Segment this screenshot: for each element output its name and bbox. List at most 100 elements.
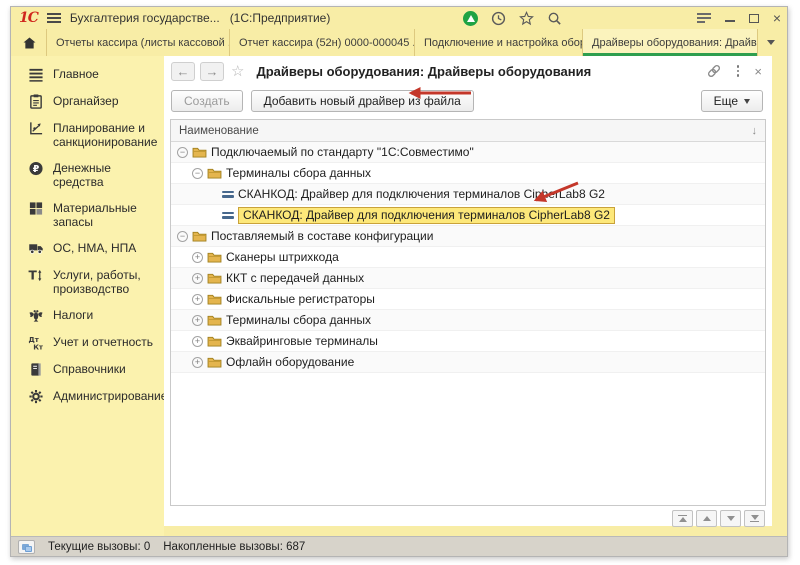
get-link-icon[interactable] xyxy=(706,63,722,79)
go-up-button[interactable] xyxy=(696,510,717,527)
svg-text:Т: Т xyxy=(29,269,38,283)
close-window-icon[interactable]: × xyxy=(773,11,781,25)
svg-text:₽: ₽ xyxy=(33,164,40,175)
current-calls-label: Текущие вызовы: 0 xyxy=(48,541,150,553)
service-menu-icon[interactable] xyxy=(697,13,711,23)
form-toolbar: Создать Добавить новый драйвер из файла … xyxy=(164,86,772,116)
more-actions-icon[interactable] xyxy=(737,65,740,77)
table-row-selected[interactable]: СКАНКОД: Драйвер для подключения термина… xyxy=(171,205,765,226)
expand-icon[interactable] xyxy=(192,294,203,305)
app-window: 1С Бухгалтерия государстве...(1С:Предпри… xyxy=(10,6,788,557)
minimize-icon[interactable] xyxy=(725,20,735,22)
folder-icon xyxy=(207,167,222,179)
server-calls-icon xyxy=(18,540,35,554)
svg-text:Кт: Кт xyxy=(33,343,44,350)
create-button[interactable]: Создать xyxy=(171,90,243,112)
tab-cashier-report-52n[interactable]: Отчет кассира (52н) 0000-000045 ... xyxy=(230,29,415,56)
sidebar-item-accounting[interactable]: Дт Кт Учет и отчетность xyxy=(11,329,164,356)
collapse-icon[interactable] xyxy=(177,231,188,242)
driver-item-icon xyxy=(222,212,234,219)
table-row[interactable]: Эквайринговые терминалы xyxy=(171,331,765,352)
table-row[interactable]: Фискальные регистраторы xyxy=(171,289,765,310)
folder-icon xyxy=(207,335,222,347)
expand-icon[interactable] xyxy=(192,315,203,326)
table-row[interactable]: Терминалы сбора данных xyxy=(171,310,765,331)
history-forward-button[interactable] xyxy=(200,62,224,81)
history-clock-icon[interactable] xyxy=(491,11,506,26)
tab-cashier-reports[interactable]: Отчеты кассира (листы кассовой ... xyxy=(47,29,230,56)
more-button[interactable]: Еще xyxy=(701,90,763,112)
tabs-overflow-icon[interactable] xyxy=(758,29,784,56)
title-bar: 1С Бухгалтерия государстве...(1С:Предпри… xyxy=(11,7,787,29)
eagle-icon xyxy=(28,308,44,323)
favorites-star-icon[interactable] xyxy=(519,11,534,26)
form-header: Драйверы оборудования: Драйверы оборудов… xyxy=(164,56,772,86)
go-to-bottom-button[interactable] xyxy=(744,510,765,527)
expand-icon[interactable] xyxy=(192,252,203,263)
clipboard-icon xyxy=(28,94,44,109)
folder-icon xyxy=(192,230,207,242)
1c-logo: 1С xyxy=(19,10,38,26)
tariff-icon: Т xyxy=(28,268,44,283)
go-to-top-button[interactable] xyxy=(672,510,693,527)
folder-icon xyxy=(207,272,222,284)
book-icon xyxy=(28,362,44,377)
sidebar-item-services[interactable]: Т Услуги, работы, производство xyxy=(11,262,164,302)
drivers-tree-table: Наименование Подключаемый по стандарту "… xyxy=(170,119,766,506)
expand-icon[interactable] xyxy=(192,357,203,368)
window-title: Бухгалтерия государстве...(1С:Предприяти… xyxy=(70,11,330,25)
expand-icon[interactable] xyxy=(192,336,203,347)
table-row[interactable]: СКАНКОД: Драйвер для подключения термина… xyxy=(171,184,765,205)
table-row[interactable]: Поставляемый в составе конфигурации xyxy=(171,226,765,247)
maximize-icon[interactable] xyxy=(749,14,759,23)
table-row[interactable]: Офлайн оборудование xyxy=(171,352,765,373)
discussions-notification-icon[interactable] xyxy=(463,11,478,26)
table-row[interactable]: Сканеры штрихкода xyxy=(171,247,765,268)
menu-lines-icon xyxy=(28,67,44,82)
sidebar-item-money[interactable]: ₽ Денежные средства xyxy=(11,155,164,195)
close-form-icon[interactable] xyxy=(754,64,762,79)
folder-icon xyxy=(192,146,207,158)
sidebar-item-inventory[interactable]: Материальные запасы xyxy=(11,195,164,235)
table-row[interactable]: ККТ с передачей данных xyxy=(171,268,765,289)
table-row[interactable]: Терминалы сбора данных xyxy=(171,163,765,184)
drivers-form-panel: Драйверы оборудования: Драйверы оборудов… xyxy=(164,56,772,526)
sidebar-item-fixed-assets[interactable]: ОС, НМА, НПА xyxy=(11,235,164,262)
expand-icon[interactable] xyxy=(192,273,203,284)
gear-icon xyxy=(28,389,44,404)
accumulated-calls-label: Накопленные вызовы: 687 xyxy=(163,541,305,553)
history-back-button[interactable] xyxy=(171,62,195,81)
sidebar-item-catalogs[interactable]: Справочники xyxy=(11,356,164,383)
blocks-icon xyxy=(28,201,44,216)
tab-equipment-drivers[interactable]: Драйверы оборудования: Драйве... xyxy=(583,29,758,56)
collapse-icon[interactable] xyxy=(177,147,188,158)
truck-icon xyxy=(28,241,44,256)
ruble-coin-icon: ₽ xyxy=(28,161,44,176)
collapse-icon[interactable] xyxy=(192,168,203,179)
sidebar-item-taxes[interactable]: Налоги xyxy=(11,302,164,329)
add-to-favorites-icon[interactable] xyxy=(231,62,244,80)
tab-bar: Отчеты кассира (листы кассовой ... Отчет… xyxy=(11,29,787,56)
screenshot-stage: 1С Бухгалтерия государстве...(1С:Предпри… xyxy=(0,0,800,565)
folder-icon xyxy=(207,314,222,326)
chart-arrow-icon xyxy=(28,121,44,136)
list-navigation xyxy=(164,510,765,527)
sort-descending-icon[interactable] xyxy=(752,125,758,137)
highlighted-row-label: СКАНКОД: Драйвер для подключения термина… xyxy=(238,207,615,224)
search-icon[interactable] xyxy=(547,11,562,26)
sidebar-item-main[interactable]: Главное xyxy=(11,61,164,88)
tab-equipment-setup[interactable]: Подключение и настройка обору... xyxy=(415,29,583,56)
sidebar-item-organizer[interactable]: Планирование и санкционирование Органайз… xyxy=(11,88,164,115)
sidebar-item-planning[interactable]: Планирование и санкционирование xyxy=(11,115,164,155)
table-header-row[interactable]: Наименование xyxy=(171,120,765,142)
table-row[interactable]: Подключаемый по стандарту "1С:Совместимо… xyxy=(171,142,765,163)
go-down-button[interactable] xyxy=(720,510,741,527)
add-driver-from-file-button[interactable]: Добавить новый драйвер из файла xyxy=(251,90,474,112)
sidebar-item-administration[interactable]: Администрирование xyxy=(11,383,164,410)
tab-home[interactable] xyxy=(13,29,47,56)
folder-icon xyxy=(207,293,222,305)
status-bar: Текущие вызовы: 0 Накопленные вызовы: 68… xyxy=(11,536,787,556)
column-header-name: Наименование xyxy=(179,125,259,137)
main-menu-icon[interactable] xyxy=(47,13,61,23)
section-sidebar: Главное Планирование и санкционирование … xyxy=(11,56,164,536)
